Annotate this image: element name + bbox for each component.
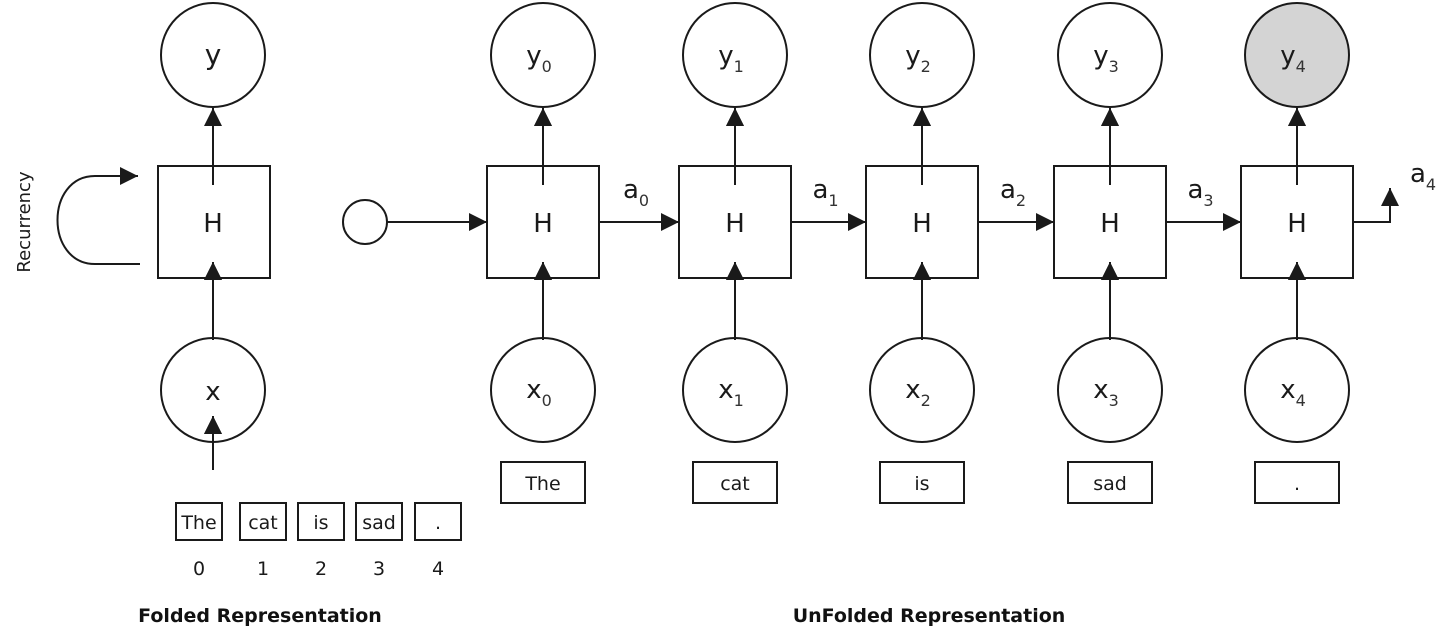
input-label: x4 <box>1280 375 1306 410</box>
state-label-main: a <box>812 175 828 205</box>
output-label-main: y <box>905 41 920 71</box>
input-label-main: x <box>1280 375 1295 405</box>
input-label: x0 <box>526 375 552 410</box>
token-label: sad <box>1093 473 1127 495</box>
hidden-label: H <box>912 209 932 239</box>
final-state-label: a4 <box>1410 159 1436 194</box>
state-label: a1 <box>812 175 838 210</box>
final-state-label-subscript: 4 <box>1426 175 1436 194</box>
rnn-diagram: yHxRecurrencyThe0cat1is2sad3.4 y0Hx0Thea… <box>14 2 1436 627</box>
state-label-main: a <box>1000 175 1016 205</box>
hidden-label: H <box>1100 209 1120 239</box>
state-label-subscript: 2 <box>1016 191 1026 210</box>
token-label: cat <box>248 512 278 534</box>
output-node <box>490 2 596 108</box>
hidden-label: H <box>725 209 745 239</box>
output-label-subscript: 4 <box>1296 57 1306 76</box>
token-index: 2 <box>315 558 327 580</box>
output-label-subscript: 2 <box>921 57 931 76</box>
output-label-subscript: 0 <box>542 57 552 76</box>
state-label-subscript: 0 <box>639 191 649 210</box>
token-label: The <box>524 473 560 495</box>
state-label: a3 <box>1187 175 1213 210</box>
token-label: . <box>1294 473 1300 495</box>
hidden-label: H <box>1287 209 1307 239</box>
state-label: a0 <box>623 175 649 210</box>
output-label: y <box>205 38 222 71</box>
input-node <box>490 337 596 443</box>
input-label-main: x <box>1093 375 1108 405</box>
output-label-subscript: 3 <box>1109 57 1119 76</box>
token-label: The <box>180 512 216 534</box>
state-label-subscript: 1 <box>828 191 838 210</box>
unfolded-title: UnFolded Representation <box>793 605 1066 627</box>
initial-state-node <box>342 199 388 245</box>
hidden-label: H <box>533 209 553 239</box>
output-label-main: y <box>1280 41 1295 71</box>
folded-title: Folded Representation <box>138 605 382 627</box>
final-state-label-main: a <box>1410 159 1426 189</box>
input-label-main: x <box>905 375 920 405</box>
token-index: 1 <box>257 558 269 580</box>
input-label-subscript: 3 <box>1109 391 1119 410</box>
input-label: x1 <box>718 375 744 410</box>
unfolded-representation: y0Hx0Thea0y1Hx1cata1y2Hx2isa2y3Hx3sada3y… <box>342 2 1436 504</box>
output-node <box>1057 2 1163 108</box>
recurrency-label: Recurrency <box>14 171 35 273</box>
output-label-main: y <box>718 41 733 71</box>
state-label: a2 <box>1000 175 1026 210</box>
output-label-subscript: 1 <box>734 57 744 76</box>
output-label-main: y <box>526 41 541 71</box>
token-index: 4 <box>432 558 444 580</box>
token-index: 3 <box>373 558 385 580</box>
state-label-subscript: 3 <box>1203 191 1213 210</box>
input-label-subscript: 0 <box>542 391 552 410</box>
token-label: is <box>313 512 328 534</box>
input-label-main: x <box>718 375 733 405</box>
input-label-main: x <box>526 375 541 405</box>
input-label: x2 <box>905 375 931 410</box>
state-label-main: a <box>623 175 639 205</box>
token-label: cat <box>720 473 750 495</box>
final-state-arrow <box>1353 188 1399 223</box>
input-label: x3 <box>1093 375 1119 410</box>
output-label-main: y <box>1093 41 1108 71</box>
recurrency-loop-arrow <box>56 167 140 265</box>
state-label-main: a <box>1187 175 1203 205</box>
output-node <box>682 2 788 108</box>
token-index: 0 <box>193 558 205 580</box>
hidden-label: H <box>203 209 223 239</box>
input-label-subscript: 4 <box>1296 391 1306 410</box>
input-node <box>1244 337 1350 443</box>
input-node <box>682 337 788 443</box>
token-label: . <box>435 512 441 534</box>
folded-representation: y Hx Recurrency The 0 cat 1 is 2 sad 3. 4 <box>14 2 462 580</box>
output-node-highlighted <box>1244 2 1350 108</box>
input-node <box>1057 337 1163 443</box>
output-node <box>869 2 975 108</box>
input-label-subscript: 1 <box>734 391 744 410</box>
input-node <box>869 337 975 443</box>
input-label-subscript: 2 <box>921 391 931 410</box>
token-label: sad <box>362 512 396 534</box>
token-label: is <box>914 473 929 495</box>
input-label: x <box>205 377 220 407</box>
